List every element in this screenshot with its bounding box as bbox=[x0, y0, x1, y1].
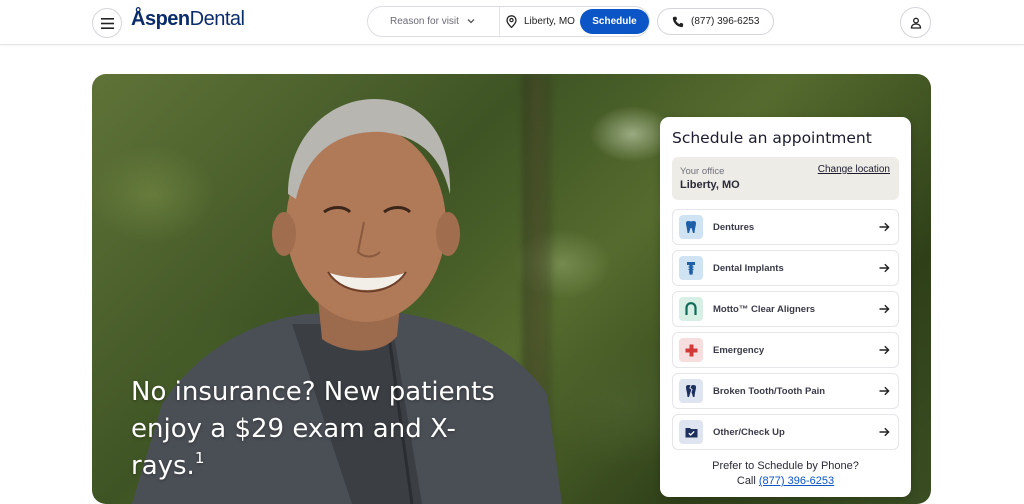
service-option-clear-aligners[interactable]: Motto™ Clear Aligners bbox=[672, 291, 899, 327]
account-button[interactable] bbox=[900, 7, 931, 38]
call-label: Call bbox=[736, 475, 756, 487]
service-label: Emergency bbox=[713, 344, 765, 356]
appointment-search-bar: Reason for visit Liberty, MO Schedule bbox=[367, 6, 650, 37]
service-option-emergency[interactable]: Emergency bbox=[672, 332, 899, 368]
arrow-right-icon bbox=[879, 304, 890, 314]
office-name: Liberty, MO bbox=[680, 179, 740, 191]
call-phone-link[interactable]: (877) 396-6253 bbox=[759, 475, 834, 487]
arrow-right-icon bbox=[879, 263, 890, 273]
service-label: Other/Check Up bbox=[713, 426, 785, 438]
tooth-icon bbox=[679, 215, 703, 239]
service-option-checkup[interactable]: Other/Check Up bbox=[672, 414, 899, 450]
call-line: Call (877) 396-6253 bbox=[660, 475, 911, 487]
arrow-right-icon bbox=[879, 345, 890, 355]
service-label: Dental Implants bbox=[713, 262, 784, 274]
office-label: Your office bbox=[680, 166, 725, 177]
service-label: Dentures bbox=[713, 221, 755, 233]
your-office-box: Your office Liberty, MO Change location bbox=[672, 157, 899, 200]
service-label: Motto™ Clear Aligners bbox=[713, 303, 816, 315]
prefer-phone-text: Prefer to Schedule by Phone? bbox=[712, 460, 859, 472]
user-icon bbox=[910, 17, 921, 29]
footnote-marker[interactable]: 1 bbox=[195, 449, 205, 467]
schedule-button[interactable]: Schedule bbox=[580, 9, 649, 34]
service-option-dental-implants[interactable]: Dental Implants bbox=[672, 250, 899, 286]
menu-button[interactable] bbox=[92, 8, 122, 38]
reason-for-visit-select[interactable]: Reason for visit bbox=[368, 7, 500, 36]
chevron-down-icon bbox=[467, 19, 475, 24]
phone-icon bbox=[672, 16, 684, 27]
location-selector[interactable]: Liberty, MO bbox=[506, 7, 575, 36]
aligner-icon bbox=[679, 297, 703, 321]
emergency-cross-icon bbox=[679, 338, 703, 362]
hero-headline: No insurance? New patients enjoy a $29 e… bbox=[131, 377, 495, 481]
implant-icon bbox=[679, 256, 703, 280]
phone-button[interactable]: (877) 396-6253 bbox=[657, 8, 774, 35]
location-text: Liberty, MO bbox=[524, 16, 575, 27]
checkup-icon bbox=[679, 420, 703, 444]
hamburger-icon bbox=[100, 17, 114, 29]
broken-tooth-icon bbox=[679, 379, 703, 403]
service-option-broken-tooth[interactable]: Broken Tooth/Tooth Pain bbox=[672, 373, 899, 409]
card-title: Schedule an appointment bbox=[672, 129, 872, 147]
reason-placeholder: Reason for visit bbox=[390, 16, 459, 27]
service-option-dentures[interactable]: Dentures bbox=[672, 209, 899, 245]
service-label: Broken Tooth/Tooth Pain bbox=[713, 385, 826, 397]
schedule-appointment-card: Schedule an appointment Your office Libe… bbox=[660, 117, 911, 497]
map-pin-icon bbox=[506, 15, 517, 28]
change-location-link[interactable]: Change location bbox=[818, 164, 890, 175]
arrow-right-icon bbox=[879, 222, 890, 232]
phone-number: (877) 396-6253 bbox=[691, 16, 760, 27]
arrow-right-icon bbox=[879, 427, 890, 437]
arrow-right-icon bbox=[879, 386, 890, 396]
site-header: ÅspenDental Reason for visit Liberty, MO… bbox=[0, 0, 1024, 45]
aspen-dental-logo[interactable]: ÅspenDental bbox=[131, 8, 245, 31]
